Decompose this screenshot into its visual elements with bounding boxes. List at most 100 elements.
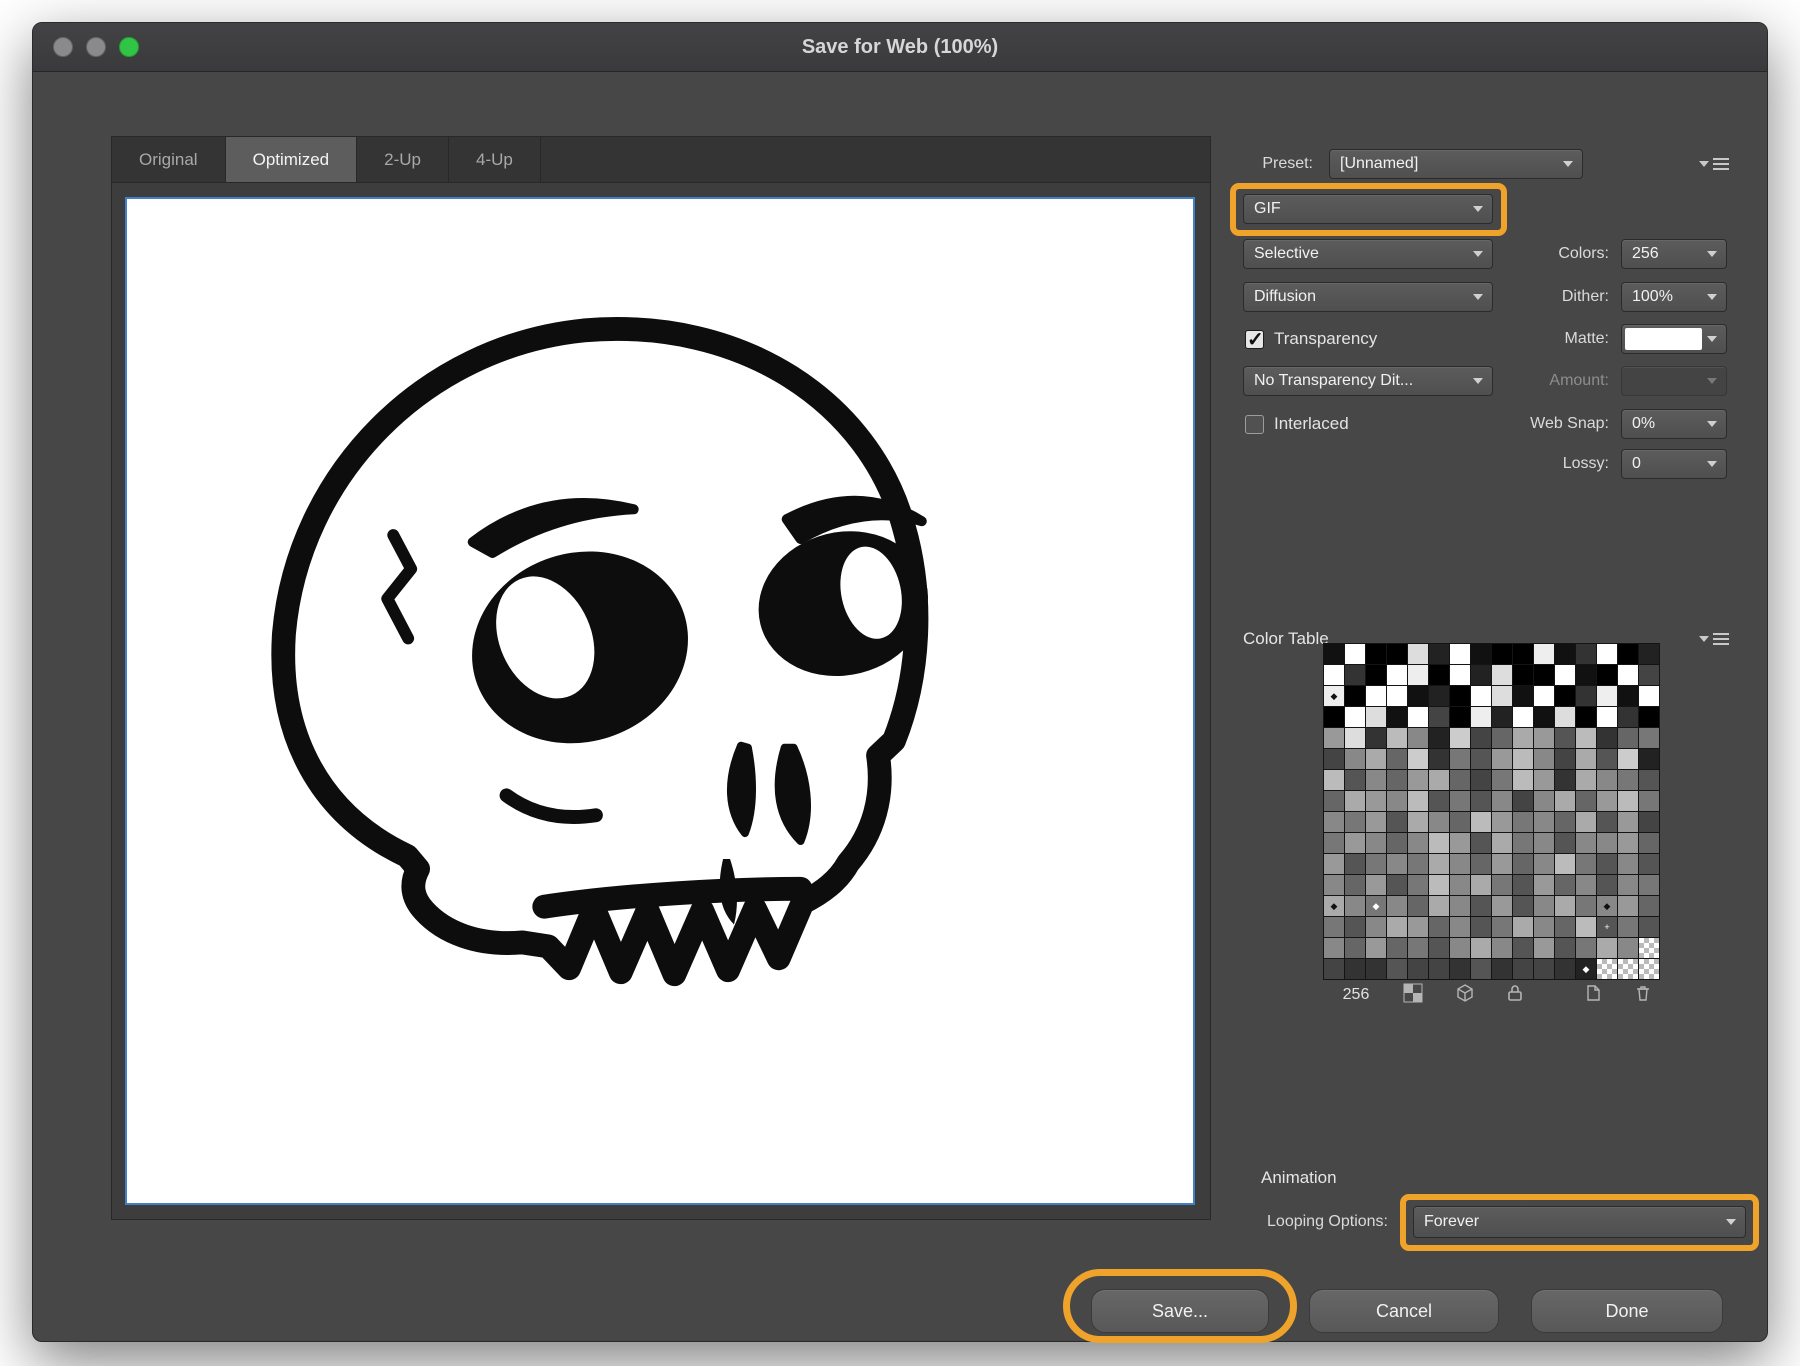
color-swatch[interactable]: [1450, 812, 1470, 832]
color-swatch[interactable]: [1387, 791, 1407, 811]
color-swatch[interactable]: [1408, 644, 1428, 664]
color-swatch[interactable]: [1576, 833, 1596, 853]
color-swatch[interactable]: [1387, 896, 1407, 916]
color-swatch[interactable]: [1387, 749, 1407, 769]
minimize-button[interactable]: [86, 37, 106, 57]
color-swatch[interactable]: [1408, 938, 1428, 958]
dither-method-dropdown[interactable]: Diffusion: [1243, 282, 1493, 312]
color-swatch[interactable]: [1534, 812, 1554, 832]
color-swatch[interactable]: [1555, 791, 1575, 811]
color-swatch[interactable]: [1513, 749, 1533, 769]
color-swatch[interactable]: [1366, 749, 1386, 769]
color-swatch[interactable]: [1324, 791, 1344, 811]
color-swatch[interactable]: [1618, 875, 1638, 895]
colors-dropdown[interactable]: 256: [1621, 239, 1727, 269]
color-swatch[interactable]: [1618, 812, 1638, 832]
color-swatch[interactable]: [1492, 644, 1512, 664]
color-swatch[interactable]: [1639, 665, 1659, 685]
color-swatch[interactable]: [1555, 728, 1575, 748]
color-swatch[interactable]: [1366, 959, 1386, 979]
color-swatch[interactable]: [1408, 854, 1428, 874]
preset-dropdown[interactable]: [Unnamed]: [1329, 149, 1583, 179]
color-swatch[interactable]: [1324, 917, 1344, 937]
matte-dropdown[interactable]: [1621, 324, 1727, 354]
color-swatch[interactable]: [1576, 791, 1596, 811]
color-swatch[interactable]: [1555, 833, 1575, 853]
color-swatch[interactable]: [1492, 875, 1512, 895]
color-swatch[interactable]: [1618, 770, 1638, 790]
color-swatch[interactable]: [1597, 875, 1617, 895]
color-swatch[interactable]: [1429, 896, 1449, 916]
preset-panel-menu-button[interactable]: [1699, 154, 1729, 174]
color-swatch[interactable]: [1471, 896, 1491, 916]
color-swatch[interactable]: [1366, 875, 1386, 895]
color-swatch[interactable]: [1639, 728, 1659, 748]
color-swatch[interactable]: [1513, 728, 1533, 748]
color-swatch[interactable]: [1324, 644, 1344, 664]
color-swatch[interactable]: [1639, 644, 1659, 664]
color-swatch[interactable]: [1450, 686, 1470, 706]
color-swatch[interactable]: [1534, 707, 1554, 727]
color-swatch[interactable]: [1492, 707, 1512, 727]
color-swatch[interactable]: [1450, 938, 1470, 958]
color-swatch[interactable]: [1513, 917, 1533, 937]
color-swatch[interactable]: [1492, 812, 1512, 832]
color-swatch[interactable]: [1345, 938, 1365, 958]
color-swatch[interactable]: [1429, 665, 1449, 685]
color-swatch[interactable]: [1429, 875, 1449, 895]
color-swatch[interactable]: [1366, 812, 1386, 832]
color-swatch[interactable]: [1597, 833, 1617, 853]
color-swatch[interactable]: [1597, 644, 1617, 664]
color-swatch[interactable]: [1597, 959, 1617, 979]
color-swatch[interactable]: [1345, 791, 1365, 811]
color-swatch[interactable]: [1324, 812, 1344, 832]
color-swatch[interactable]: [1639, 686, 1659, 706]
color-swatch[interactable]: [1345, 749, 1365, 769]
color-swatch[interactable]: [1618, 959, 1638, 979]
checker-icon[interactable]: [1401, 981, 1425, 1005]
color-swatch[interactable]: [1471, 812, 1491, 832]
color-swatch[interactable]: [1324, 875, 1344, 895]
color-swatch[interactable]: [1387, 812, 1407, 832]
color-swatch[interactable]: [1324, 833, 1344, 853]
color-swatch[interactable]: [1345, 896, 1365, 916]
color-swatch[interactable]: [1639, 770, 1659, 790]
color-swatch[interactable]: [1366, 854, 1386, 874]
color-swatch[interactable]: [1471, 938, 1491, 958]
color-swatch[interactable]: [1576, 875, 1596, 895]
color-swatch[interactable]: [1492, 854, 1512, 874]
color-swatch[interactable]: [1471, 791, 1491, 811]
tab-4-up[interactable]: 4-Up: [449, 137, 541, 182]
color-swatch[interactable]: [1555, 686, 1575, 706]
color-swatch[interactable]: [1345, 959, 1365, 979]
tab-2-up[interactable]: 2-Up: [357, 137, 449, 182]
color-swatch[interactable]: [1387, 854, 1407, 874]
color-swatch[interactable]: [1366, 665, 1386, 685]
color-swatch[interactable]: [1471, 917, 1491, 937]
color-swatch[interactable]: [1429, 728, 1449, 748]
color-swatch[interactable]: [1408, 917, 1428, 937]
color-swatch[interactable]: [1408, 959, 1428, 979]
color-swatch[interactable]: [1429, 854, 1449, 874]
color-swatch[interactable]: [1324, 749, 1344, 769]
color-swatch[interactable]: [1534, 749, 1554, 769]
color-swatch[interactable]: [1366, 644, 1386, 664]
color-swatch[interactable]: [1471, 665, 1491, 685]
color-swatch[interactable]: [1492, 665, 1512, 685]
color-reduction-dropdown[interactable]: Selective: [1243, 239, 1493, 269]
color-swatch[interactable]: [1387, 959, 1407, 979]
color-swatch[interactable]: [1387, 917, 1407, 937]
color-swatch[interactable]: [1576, 917, 1596, 937]
color-swatch[interactable]: [1534, 791, 1554, 811]
save-button[interactable]: Save...: [1091, 1289, 1269, 1333]
color-swatch[interactable]: [1450, 728, 1470, 748]
color-swatch[interactable]: [1513, 707, 1533, 727]
color-swatch[interactable]: ◆: [1576, 959, 1596, 979]
color-swatch[interactable]: [1492, 770, 1512, 790]
color-swatch[interactable]: [1492, 686, 1512, 706]
color-swatch[interactable]: [1387, 728, 1407, 748]
color-swatch[interactable]: [1471, 644, 1491, 664]
color-swatch[interactable]: [1492, 896, 1512, 916]
color-swatch[interactable]: [1639, 896, 1659, 916]
color-swatch[interactable]: [1450, 833, 1470, 853]
